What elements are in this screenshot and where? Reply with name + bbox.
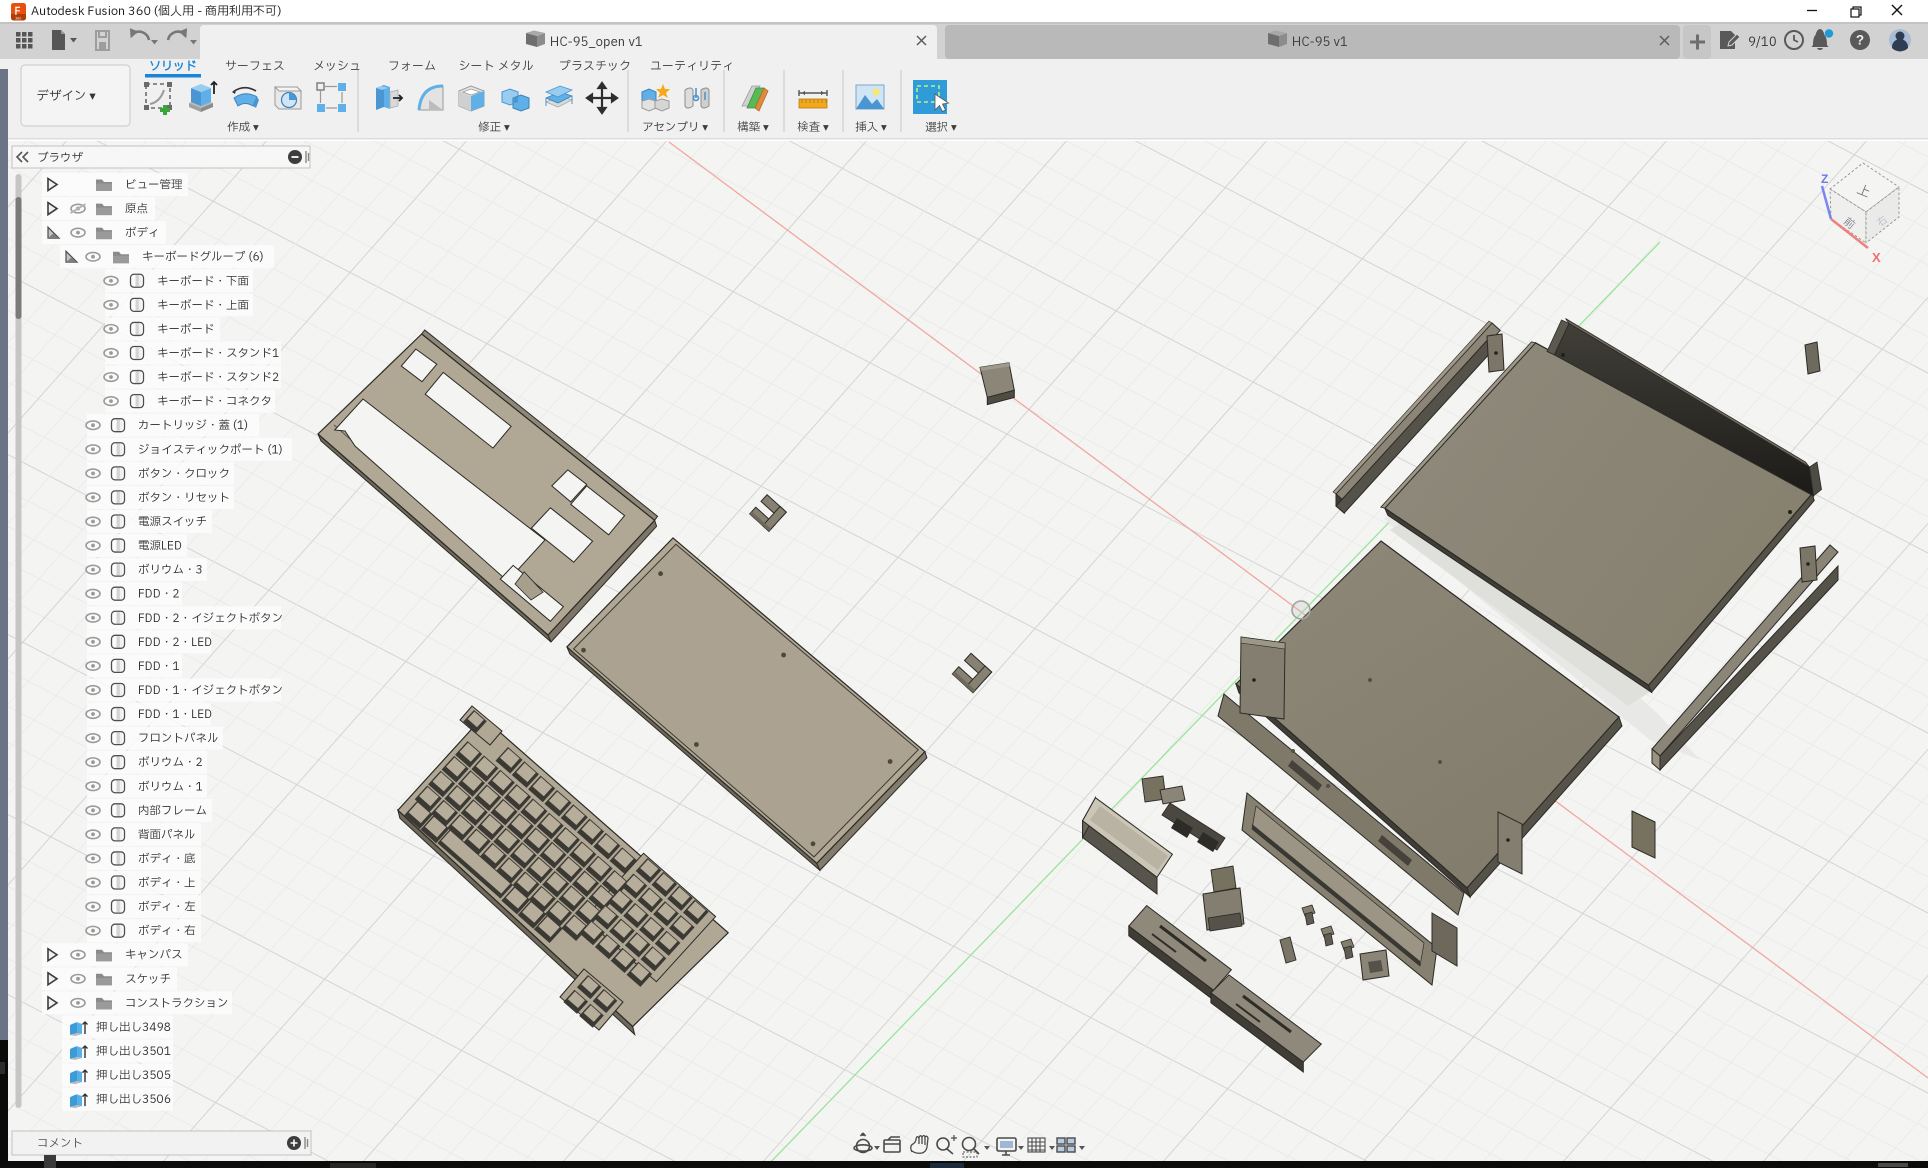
svg-text:コメント: コメント <box>37 1136 83 1153</box>
svg-text:ボリウム・2: ボリウム・2 <box>138 755 203 772</box>
svg-text:ボリウム・1: ボリウム・1 <box>138 779 203 796</box>
svg-text:電源スイッチ: 電源スイッチ <box>138 514 207 531</box>
svg-text:ブラウザ: ブラウザ <box>37 151 83 168</box>
svg-text:原点: 原点 <box>125 202 148 219</box>
svg-text:キーボード・下面: キーボード・下面 <box>157 274 249 291</box>
svg-text:FDD・1・イジェクトボタン: FDD・1・イジェクトボタン <box>138 683 283 700</box>
svg-text:コンストラクション: コンストラクション <box>125 996 229 1013</box>
svg-text:キーボードグループ (6): キーボードグループ (6) <box>142 250 264 267</box>
svg-text:ジョイスティックポート (1): ジョイスティックポート (1) <box>138 442 283 459</box>
svg-text:FDD・2: FDD・2 <box>138 587 180 604</box>
svg-text:FDD・2・LED: FDD・2・LED <box>138 635 212 652</box>
svg-text:キーボード: キーボード <box>157 322 215 339</box>
svg-text:カートリッジ・蓋 (1): カートリッジ・蓋 (1) <box>138 418 248 435</box>
svg-text:キーボード・スタンド1: キーボード・スタンド1 <box>157 346 279 363</box>
svg-text:押し出し3506: 押し出し3506 <box>96 1092 171 1109</box>
svg-text:ビュー管理: ビュー管理 <box>125 178 183 195</box>
svg-text:キーボード・コネクタ: キーボード・コネクタ <box>157 394 272 411</box>
svg-text:押し出し3498: 押し出し3498 <box>96 1020 171 1037</box>
svg-text:ボディ・左: ボディ・左 <box>138 900 196 917</box>
svg-text:電源LED: 電源LED <box>138 539 182 556</box>
svg-text:キーボード・上面: キーボード・上面 <box>157 298 249 315</box>
svg-text:FDD・1: FDD・1 <box>138 659 180 676</box>
svg-text:押し出し3505: 押し出し3505 <box>96 1068 171 1085</box>
svg-text:押し出し3501: 押し出し3501 <box>96 1044 171 1061</box>
svg-text:ボリウム・3: ボリウム・3 <box>138 563 203 580</box>
svg-text:ボタン・クロック: ボタン・クロック <box>138 466 230 483</box>
svg-text:ボディ・底: ボディ・底 <box>138 851 196 868</box>
svg-text:ボディ・上: ボディ・上 <box>138 876 196 893</box>
svg-text:ボタン・リセット: ボタン・リセット <box>138 490 230 507</box>
svg-text:フロントパネル: フロントパネル <box>138 731 219 748</box>
svg-text:キーボード・スタンド2: キーボード・スタンド2 <box>157 370 279 387</box>
svg-text:内部フレーム: 内部フレーム <box>138 803 207 820</box>
svg-text:FDD・1・LED: FDD・1・LED <box>138 707 212 724</box>
svg-text:スケッチ: スケッチ <box>125 972 171 989</box>
svg-text:ボディ・右: ボディ・右 <box>138 924 196 941</box>
svg-text:FDD・2・イジェクトボタン: FDD・2・イジェクトボタン <box>138 611 283 628</box>
svg-text:背面パネル: 背面パネル <box>138 827 196 844</box>
svg-text:キャンパス: キャンパス <box>125 948 183 965</box>
svg-text:ボディ: ボディ <box>125 226 160 243</box>
